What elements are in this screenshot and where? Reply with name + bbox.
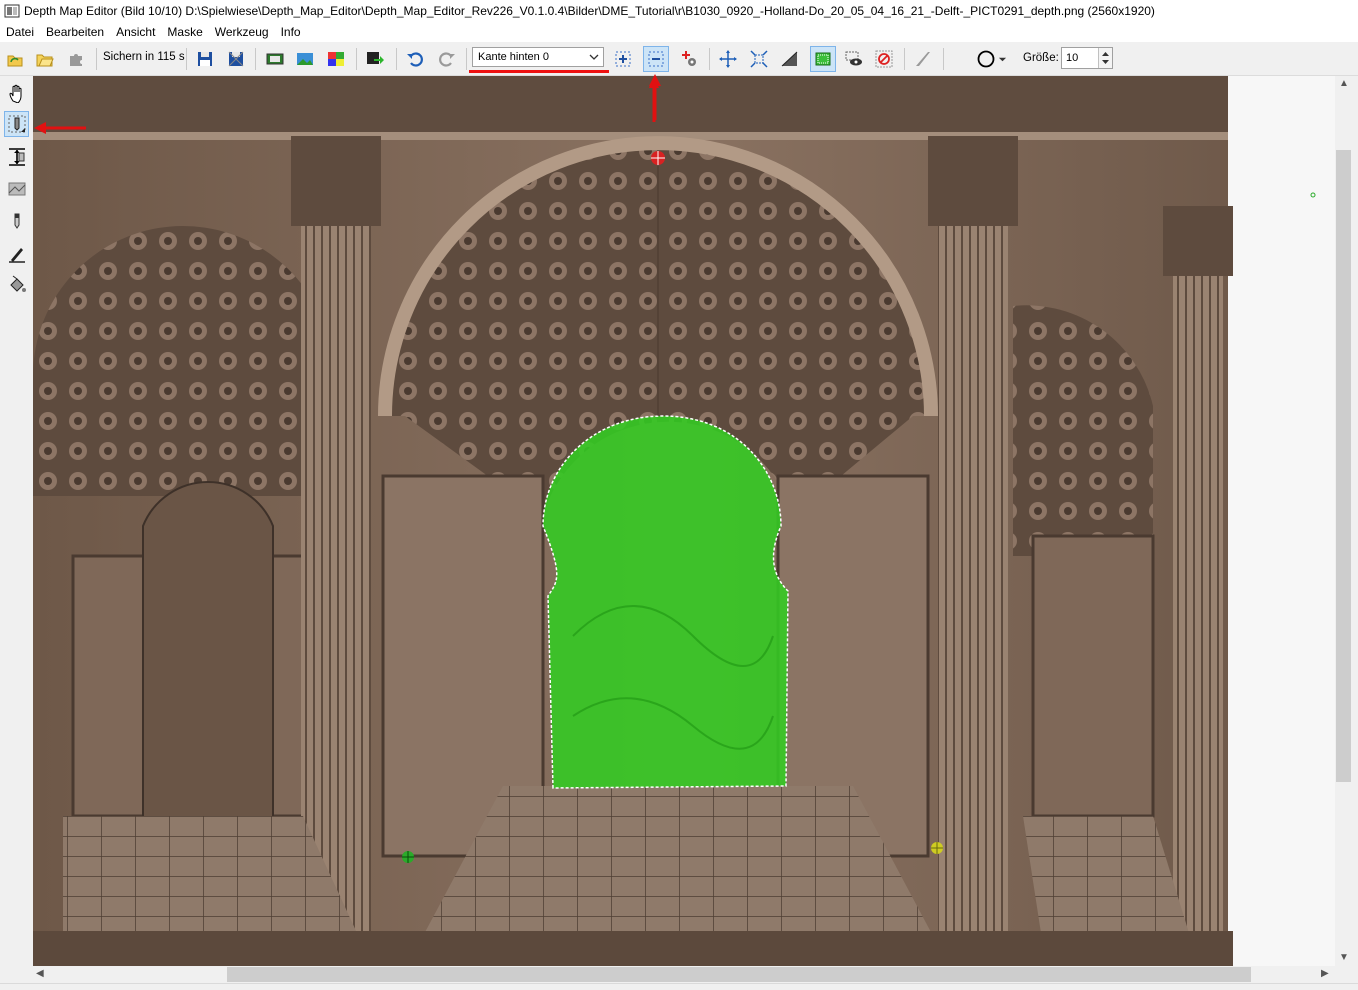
image-frame-icon — [266, 53, 284, 65]
mask-frame-icon — [815, 52, 831, 66]
arrows-in-icon — [750, 50, 768, 68]
edge-subtract-button[interactable] — [643, 46, 669, 72]
save-timer: Sichern in 115 s — [103, 51, 185, 63]
scroll-right-icon[interactable]: ▶ — [1321, 968, 1329, 979]
scroll-up-icon[interactable]: ▲ — [1339, 78, 1349, 89]
expand-button[interactable] — [717, 48, 739, 70]
app-icon — [4, 4, 20, 18]
scroll-left-icon[interactable]: ◀ — [36, 968, 44, 979]
export-arrow-icon — [367, 52, 384, 64]
vertical-scroll-thumb[interactable] — [1336, 150, 1351, 782]
draw-line-tool[interactable] — [4, 241, 29, 267]
fill-tool[interactable] — [4, 272, 29, 298]
annotation-underline — [469, 70, 609, 73]
undo-icon — [407, 52, 423, 67]
gradient-tool[interactable] — [4, 176, 29, 202]
menu-ansicht[interactable]: Ansicht — [110, 25, 161, 39]
landscape-icon — [297, 53, 313, 65]
control-point-yellow — [931, 842, 943, 854]
horizontal-scrollbar[interactable]: ◀ ▶ — [33, 966, 1335, 983]
plus-dashed-icon — [615, 51, 631, 67]
tool-palette — [0, 76, 33, 966]
pan-tool[interactable] — [4, 80, 29, 106]
redo-icon — [439, 52, 455, 67]
no-entry-icon — [875, 50, 893, 68]
brush-icon — [14, 213, 19, 229]
puzzle-icon — [70, 54, 82, 66]
clear-mask-button[interactable] — [873, 48, 895, 70]
soft-edge-button[interactable] — [912, 48, 934, 70]
spin-arrows-icon — [1102, 52, 1109, 64]
menu-info[interactable]: Info — [275, 25, 307, 39]
undo-button[interactable] — [404, 48, 426, 70]
refresh-folder-icon — [7, 55, 23, 67]
open-recent-button[interactable] — [4, 48, 26, 70]
color-grid-icon — [328, 52, 344, 66]
plugin-button[interactable] — [65, 48, 87, 70]
edge-mode-value: Kante hinten 0 — [478, 51, 549, 63]
circle-icon — [977, 50, 995, 68]
shrink-button[interactable] — [748, 48, 770, 70]
bucket-icon — [9, 275, 26, 292]
pen-icon — [8, 248, 25, 263]
anaglyph-view-button[interactable] — [325, 48, 347, 70]
floppy-disk-multi-icon — [228, 51, 244, 67]
arrows-out-icon — [719, 50, 737, 68]
target-plus-icon — [682, 51, 696, 66]
annotation-arrow-left — [34, 122, 86, 134]
menu-werkzeug[interactable]: Werkzeug — [209, 25, 275, 39]
redo-button[interactable] — [436, 48, 458, 70]
eye-icon — [845, 51, 862, 66]
mask-region — [542, 415, 789, 789]
edge-tool[interactable] — [4, 111, 29, 137]
size-spinner[interactable] — [1098, 48, 1112, 68]
vertical-scrollbar[interactable]: ▲ ▼ — [1335, 76, 1352, 966]
size-value: 10 — [1066, 52, 1079, 64]
menu-bar: Datei Bearbeiten Ansicht Maske Werkzeug … — [0, 22, 1358, 42]
toolbar: Sichern in 115 s — [0, 42, 1358, 76]
chevron-down-icon — [589, 54, 599, 60]
gradient-plane-icon — [8, 182, 25, 196]
floppy-disk-icon — [198, 52, 212, 66]
minus-dashed-icon — [648, 51, 664, 67]
size-label: Größe: — [1023, 52, 1059, 64]
preview-button[interactable] — [843, 48, 865, 70]
menu-bearbeiten[interactable]: Bearbeiten — [40, 25, 110, 39]
edge-add-button[interactable] — [612, 48, 634, 70]
brush-shape-dropdown[interactable] — [974, 48, 1010, 70]
image-view-button[interactable] — [264, 48, 286, 70]
title-bar: Depth Map Editor (Bild 10/10) D:\Spielwi… — [0, 0, 1358, 22]
size-input[interactable]: 10 — [1061, 47, 1113, 69]
edge-brush-icon — [8, 115, 25, 133]
gradient-button[interactable] — [779, 48, 801, 70]
menu-maske[interactable]: Maske — [161, 25, 208, 39]
save-all-button[interactable] — [225, 48, 247, 70]
image-canvas[interactable] — [33, 76, 1335, 966]
pulpit-image — [33, 76, 1335, 966]
export-button[interactable] — [364, 48, 386, 70]
wedge-icon — [916, 52, 930, 66]
open-folder-button[interactable] — [34, 48, 56, 70]
hand-icon — [8, 84, 21, 103]
edge-mode-select[interactable]: Kante hinten 0 — [472, 47, 604, 67]
annotation-arrow-up-toolbar — [649, 74, 661, 120]
height-tool[interactable] — [4, 144, 29, 170]
depth-brush-tool[interactable] — [4, 208, 29, 234]
control-point-green — [402, 851, 414, 863]
menu-datei[interactable]: Datei — [0, 25, 40, 39]
depth-view-button[interactable] — [294, 48, 316, 70]
scroll-down-icon[interactable]: ▼ — [1339, 952, 1349, 963]
add-point-button[interactable] — [678, 48, 700, 70]
window-title: Depth Map Editor (Bild 10/10) D:\Spielwi… — [24, 4, 1155, 18]
gradient-icon — [781, 51, 798, 67]
vertical-measure-icon — [8, 148, 25, 166]
save-button[interactable] — [194, 48, 216, 70]
control-point-top — [651, 151, 665, 165]
horizontal-scroll-thumb[interactable] — [227, 967, 1251, 982]
chevron-down-icon — [998, 57, 1007, 61]
mask-view-button[interactable] — [810, 46, 836, 72]
folder-open-icon — [36, 54, 54, 67]
